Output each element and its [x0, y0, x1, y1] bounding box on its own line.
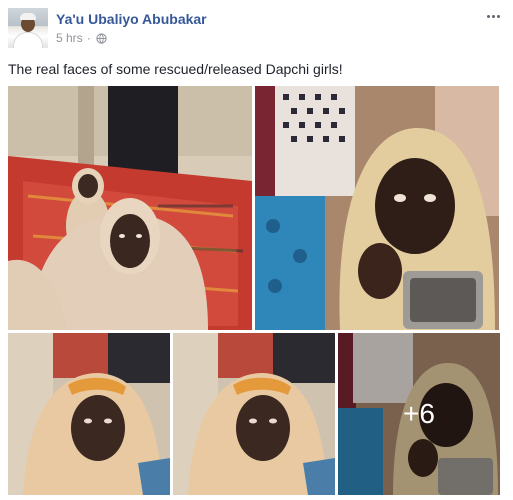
feed-post: Ya'u Ubaliyo Abubakar 5 hrs · The real f…	[0, 0, 513, 500]
author-name[interactable]: Ya'u Ubaliyo Abubakar	[56, 11, 207, 27]
post-timestamp[interactable]: 5 hrs	[56, 31, 83, 45]
meta-separator: ·	[86, 31, 91, 45]
more-photos-overlay[interactable]: +6	[338, 333, 500, 495]
post-meta: 5 hrs ·	[56, 31, 107, 45]
photo-4[interactable]	[173, 333, 335, 495]
photo-2[interactable]	[255, 86, 499, 330]
globe-icon[interactable]	[96, 32, 107, 44]
photo-3[interactable]	[8, 333, 170, 495]
photo-1[interactable]	[8, 86, 252, 330]
post-caption: The real faces of some rescued/released …	[8, 61, 343, 77]
photo-5-more[interactable]: +6	[338, 333, 500, 495]
author-avatar[interactable]	[8, 8, 48, 48]
more-options-icon[interactable]	[483, 9, 503, 23]
